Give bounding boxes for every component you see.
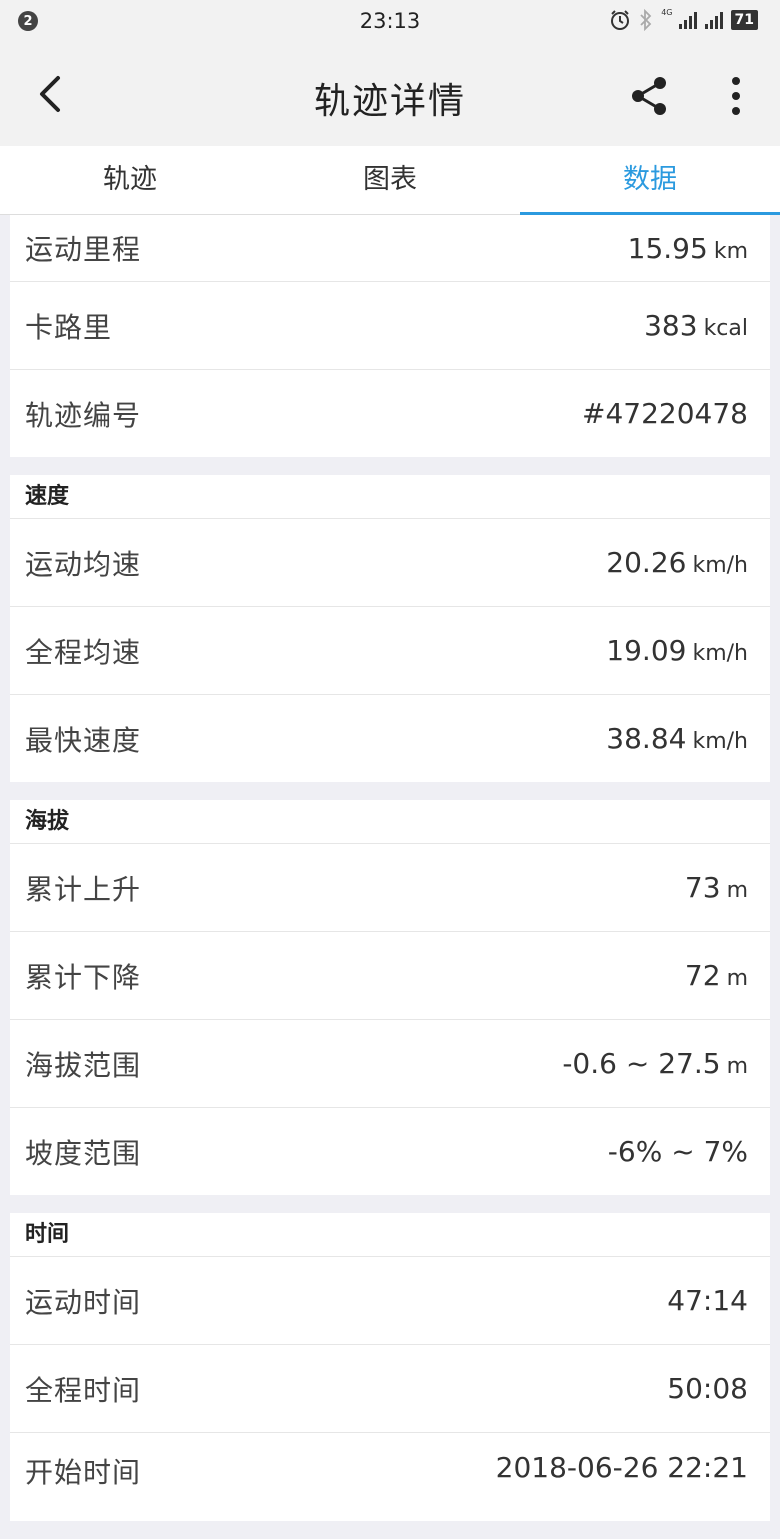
speed-card: 速度 运动均速 20.26 km/h 全程均速 19.09 km/h 最快速度 38… [10, 475, 770, 782]
stat-row-distance: 运动里程 15.95 km [10, 215, 770, 282]
stat-unit: m [726, 878, 748, 903]
status-bar: 2 23:13 4G 71 [0, 0, 780, 42]
bluetooth-icon [640, 9, 652, 31]
stat-unit: km/h [692, 729, 748, 754]
stat-row: 运动时间 47:14 [10, 1257, 770, 1345]
alarm-icon [611, 10, 630, 30]
tab-charts[interactable]: 图表 [260, 146, 520, 214]
stat-unit: m [726, 966, 748, 991]
stat-label: 运动时间 [25, 1285, 142, 1319]
stat-label: 坡度范围 [25, 1136, 142, 1170]
share-icon [632, 77, 666, 115]
section-title-altitude: 海拔 [10, 800, 770, 844]
stat-unit: km/h [692, 641, 748, 666]
status-icons: 4G 71 [609, 7, 758, 31]
stat-value: 47:14 [667, 1284, 748, 1317]
stat-row: 坡度范围 -6% ~ 7% [10, 1108, 770, 1195]
stat-value: -0.6 ~ 27.5 [562, 1047, 721, 1080]
stat-row-track-id: 轨迹编号 #47220478 [10, 370, 770, 457]
stat-label: 轨迹编号 [25, 398, 142, 432]
stat-label: 全程时间 [25, 1373, 142, 1407]
data-list[interactable]: 运动里程 15.95 km 卡路里 383 kcal 轨迹编号 #47220478 … [10, 215, 770, 1539]
stat-value: 383 [644, 309, 698, 342]
stat-label: 海拔范围 [25, 1048, 142, 1082]
stat-row: 累计上升 73 m [10, 844, 770, 932]
stat-value: 15.95 [627, 231, 708, 265]
stat-row: 累计下降 72 m [10, 932, 770, 1020]
stat-row: 全程时间 50:08 [10, 1345, 770, 1433]
signal-icon [678, 11, 697, 29]
stat-label: 累计下降 [25, 960, 142, 994]
stat-value: 2018-06-26 22:21 [495, 1451, 748, 1484]
stat-value: -6% ~ 7% [607, 1135, 748, 1168]
more-vertical-icon [732, 77, 740, 115]
signal-icon-2 [704, 11, 723, 29]
stat-value: 20.26 [606, 546, 687, 579]
stat-unit: km [713, 238, 748, 264]
tab-track[interactable]: 轨迹 [0, 146, 260, 214]
stat-row: 运动均速 20.26 km/h [10, 519, 770, 607]
battery-indicator: 71 [730, 10, 758, 30]
share-button[interactable] [628, 74, 672, 118]
stat-row: 最快速度 38.84 km/h [10, 695, 770, 782]
stat-row: 开始时间 2018-06-26 22:21 [10, 1433, 770, 1521]
stat-label: 全程均速 [25, 635, 142, 669]
app-bar: 轨迹详情 [0, 42, 780, 146]
stat-label: 最快速度 [25, 723, 142, 757]
stat-label: 运动里程 [25, 233, 142, 266]
stat-label: 卡路里 [25, 310, 113, 344]
altitude-card: 海拔 累计上升 73 m 累计下降 72 m 海拔范围 -0.6 ~ 27.5 m 坡… [10, 800, 770, 1195]
network-type: 4G [661, 7, 673, 17]
section-title-speed: 速度 [10, 475, 770, 519]
stat-row-calories: 卡路里 383 kcal [10, 282, 770, 370]
time-card: 时间 运动时间 47:14 全程时间 50:08 开始时间 2018-06-26… [10, 1213, 770, 1521]
tab-data[interactable]: 数据 [520, 146, 780, 215]
section-title-time: 时间 [10, 1213, 770, 1257]
stat-row: 海拔范围 -0.6 ~ 27.5 m [10, 1020, 770, 1108]
tab-bar: 轨迹 图表 数据 [0, 146, 780, 215]
stat-value: #47220478 [582, 397, 748, 430]
stat-value: 73 [684, 871, 721, 904]
stat-label: 运动均速 [25, 547, 142, 581]
stat-unit: km/h [692, 553, 748, 578]
summary-card: 运动里程 15.95 km 卡路里 383 kcal 轨迹编号 #47220478 [10, 215, 770, 457]
stat-value: 38.84 [606, 722, 687, 755]
stat-row: 全程均速 19.09 km/h [10, 607, 770, 695]
stat-value: 72 [684, 959, 721, 992]
stat-value: 50:08 [667, 1372, 748, 1405]
stat-label: 开始时间 [25, 1456, 142, 1489]
stat-value: 19.09 [606, 634, 687, 667]
stat-unit: m [726, 1054, 748, 1079]
stat-label: 累计上升 [25, 872, 142, 906]
stat-unit: kcal [703, 316, 748, 341]
more-options-button[interactable] [722, 72, 750, 120]
